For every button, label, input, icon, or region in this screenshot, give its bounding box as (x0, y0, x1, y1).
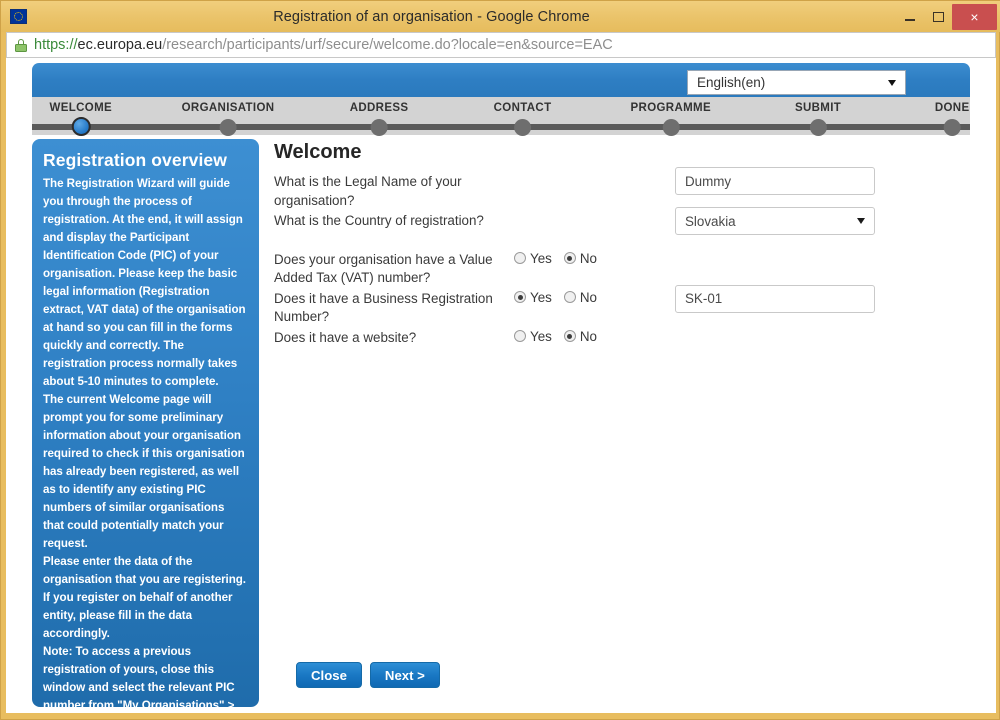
wizard-step-dot (809, 119, 827, 136)
wizard-step-welcome[interactable]: WELCOME (50, 97, 113, 136)
wizard-steps: WELCOME ORGANISATION ADDRESS CONTACT PROGRAM… (32, 97, 970, 136)
url-text: https://ec.europa.eu/research/participan… (34, 37, 613, 53)
maximize-button[interactable] (924, 5, 952, 28)
business-reg-label: Does it have a Business Registration Num… (274, 290, 493, 325)
business-reg-radio-group: Yes No (514, 290, 634, 305)
business-reg-input[interactable]: SK-01 (675, 284, 875, 313)
page-viewport: English(en) WELCOME ORGANISATION ADDRESS CO… (6, 58, 996, 713)
wizard-step-label: PROGRAMME (630, 102, 711, 114)
website-label: Does it have a website? (274, 329, 417, 345)
wizard-step-label: ADDRESS (349, 102, 409, 114)
language-select[interactable]: English(en) (687, 70, 906, 95)
page-header-band: English(en) (32, 63, 970, 97)
field-website: Does it have a website? Yes No (270, 329, 970, 348)
wizard-step-label: ORGANISATION (181, 102, 275, 114)
overview-heading: Registration overview (43, 150, 227, 170)
wizard-step-label: DONE (934, 102, 970, 114)
legal-name-value: Dummy (685, 173, 732, 189)
close-button[interactable]: Close (296, 662, 362, 688)
page-title: Welcome (274, 141, 362, 163)
window-title: Registration of an organisation - Google… (273, 8, 590, 25)
browser-window: Registration of an organisation - Google… (0, 0, 1000, 720)
country-label: What is the Country of registration? (274, 213, 484, 228)
welcome-form: Welcome What is the Legal Name of your o… (270, 139, 970, 707)
wizard-step-contact[interactable]: CONTACT (494, 97, 552, 136)
vat-label: Does your organisation have a Value Adde… (274, 251, 493, 286)
wizard-step-dot (514, 119, 532, 136)
wizard-step-programme[interactable]: PROGRAMME (631, 97, 711, 136)
lock-icon (15, 38, 27, 52)
wizard-step-dot (71, 117, 91, 136)
wizard-step-dot (219, 119, 237, 136)
url-host: ec.europa.eu (77, 37, 163, 53)
overview-paragraph: The Registration Wizard will guide you t… (43, 177, 246, 388)
wizard-step-label: SUBMIT (794, 102, 842, 114)
registration-overview-panel: Registration overview The Registration W… (32, 139, 259, 707)
website-no-label: No (579, 328, 597, 344)
overview-paragraph: Please enter the data of the organisatio… (43, 555, 246, 640)
business-reg-no-label: No (579, 289, 597, 305)
wizard-step-dot (943, 119, 961, 136)
next-button[interactable]: Next > (369, 662, 440, 688)
overview-paragraph: The current Welcome page will prompt you… (43, 393, 245, 550)
country-value: Slovakia (685, 213, 736, 229)
field-country: What is the Country of registration? Slo… (270, 207, 970, 235)
field-legal-name: What is the Legal Name of your organisat… (270, 167, 970, 210)
wizard-step-address[interactable]: ADDRESS (350, 97, 409, 136)
business-reg-no-radio[interactable] (563, 291, 576, 303)
window-controls: × (896, 1, 1000, 32)
business-reg-value: SK-01 (685, 291, 723, 306)
website-radio-group: Yes No (514, 329, 634, 344)
chevron-down-icon (857, 218, 865, 224)
business-reg-yes-radio[interactable] (514, 291, 526, 303)
wizard-step-dot (370, 119, 388, 136)
wizard-step-label: CONTACT (493, 102, 552, 114)
chevron-down-icon (888, 79, 896, 86)
wizard-step-label: WELCOME (49, 102, 113, 114)
wizard-step-dot (662, 119, 680, 136)
vat-radio-group: Yes No (514, 251, 634, 266)
wizard-step-organisation[interactable]: ORGANISATION (182, 97, 275, 136)
vat-yes-radio[interactable] (514, 252, 526, 264)
minimize-button[interactable] (896, 5, 924, 28)
language-select-value: English(en) (697, 75, 766, 90)
eu-flag-icon (10, 9, 27, 24)
business-reg-yes-label: Yes (530, 289, 552, 305)
website-yes-label: Yes (530, 328, 552, 344)
legal-name-input[interactable]: Dummy (675, 167, 875, 195)
country-select[interactable]: Slovakia (675, 207, 875, 235)
url-path: /research/participants/urf/secure/welcom… (162, 37, 613, 53)
website-yes-radio[interactable] (514, 330, 526, 342)
vat-no-label: No (579, 250, 597, 266)
form-actions: Close Next > (296, 662, 440, 688)
overview-paragraph: Note: To access a previous registration … (43, 645, 235, 707)
title-bar: Registration of an organisation - Google… (1, 1, 1000, 32)
wizard-step-done[interactable]: DONE (935, 97, 970, 136)
vat-yes-label: Yes (530, 250, 552, 266)
wizard-step-submit[interactable]: SUBMIT (795, 97, 841, 136)
vat-no-radio[interactable] (563, 252, 576, 264)
url-scheme: https:// (34, 37, 78, 53)
field-vat: Does your organisation have a Value Adde… (270, 251, 970, 288)
website-no-radio[interactable] (563, 330, 576, 342)
field-business-reg: Does it have a Business Registration Num… (270, 284, 970, 327)
address-bar[interactable]: https://ec.europa.eu/research/participan… (6, 32, 996, 58)
close-window-button[interactable]: × (952, 3, 997, 30)
legal-name-label: What is the Legal Name of your organisat… (274, 174, 462, 208)
